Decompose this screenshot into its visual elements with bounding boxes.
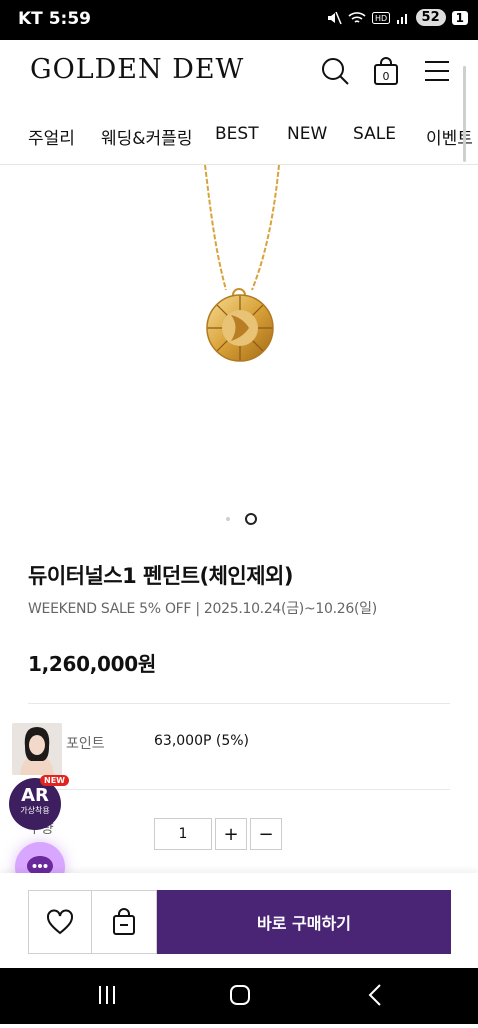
site-header: GOLDEN DEW 0: [0, 40, 478, 102]
home-icon[interactable]: [230, 985, 250, 1005]
product-price: 1,260,000원: [28, 652, 157, 676]
nav-item-best[interactable]: BEST: [215, 124, 259, 144]
cart-icon[interactable]: 0: [371, 56, 401, 86]
recent-apps-icon[interactable]: [99, 986, 115, 1004]
product-title: 듀이터널스1 펜던트(체인제외): [28, 564, 293, 588]
divider: [28, 789, 450, 790]
carousel-dot-2[interactable]: [245, 513, 257, 525]
model-avatar: [12, 723, 62, 775]
status-icons: HD 52 1: [326, 9, 468, 26]
sale-subtitle: WEEKEND SALE 5% OFF | 2025.10.24(금)~10.2…: [28, 601, 377, 617]
model-thumbnail[interactable]: [12, 723, 62, 775]
nav-item-sale[interactable]: SALE: [353, 124, 396, 144]
product-image[interactable]: [0, 164, 478, 495]
menu-icon[interactable]: [422, 56, 452, 86]
add-to-cart-button[interactable]: [92, 890, 157, 954]
battery-badge: 52: [415, 9, 446, 26]
carousel-indicator: [226, 513, 257, 525]
brand-logo[interactable]: GOLDEN DEW: [30, 54, 244, 85]
points-value: 63,000P (5%): [154, 733, 250, 749]
ar-subtitle: 가상착용: [20, 806, 50, 815]
quantity-plus-button[interactable]: +: [215, 818, 247, 850]
category-nav: 주얼리 웨딩&커플링 BEST NEW SALE 이벤트: [0, 102, 478, 165]
nav-item-new[interactable]: NEW: [287, 124, 327, 144]
signal-icon: [396, 13, 407, 24]
quantity-input[interactable]: 1: [154, 818, 212, 850]
pendant-illustration: [204, 164, 280, 362]
sim-badge: 1: [451, 10, 468, 25]
buy-now-button[interactable]: 바로 구매하기: [157, 890, 451, 954]
status-bar: KT 5:59 HD 52 1: [0, 0, 478, 40]
mute-icon: [327, 11, 342, 24]
quantity-minus-button[interactable]: −: [250, 818, 282, 850]
hd-icon: HD: [371, 11, 390, 24]
svg-text:HD: HD: [375, 14, 387, 23]
wifi-icon: [348, 11, 366, 23]
scrollbar[interactable]: [463, 66, 466, 162]
divider: [28, 703, 450, 704]
heart-icon: [47, 909, 73, 935]
svg-text:0: 0: [383, 70, 390, 83]
wishlist-button[interactable]: [28, 890, 92, 954]
ar-title: AR: [21, 785, 49, 806]
points-label: 포인트: [66, 736, 105, 752]
back-icon[interactable]: [368, 984, 381, 1006]
shopping-bag-icon: [113, 908, 135, 935]
search-icon[interactable]: [320, 56, 350, 86]
system-nav-bar: [0, 968, 478, 1024]
nav-item-jewelry[interactable]: 주얼리: [28, 124, 75, 149]
carousel-dot-1[interactable]: [226, 517, 230, 521]
nav-item-wedding[interactable]: 웨딩&커플링: [101, 124, 192, 149]
new-badge: NEW: [40, 775, 69, 786]
bottom-action-bar: 바로 구매하기: [0, 873, 478, 968]
status-time: KT 5:59: [18, 9, 91, 29]
